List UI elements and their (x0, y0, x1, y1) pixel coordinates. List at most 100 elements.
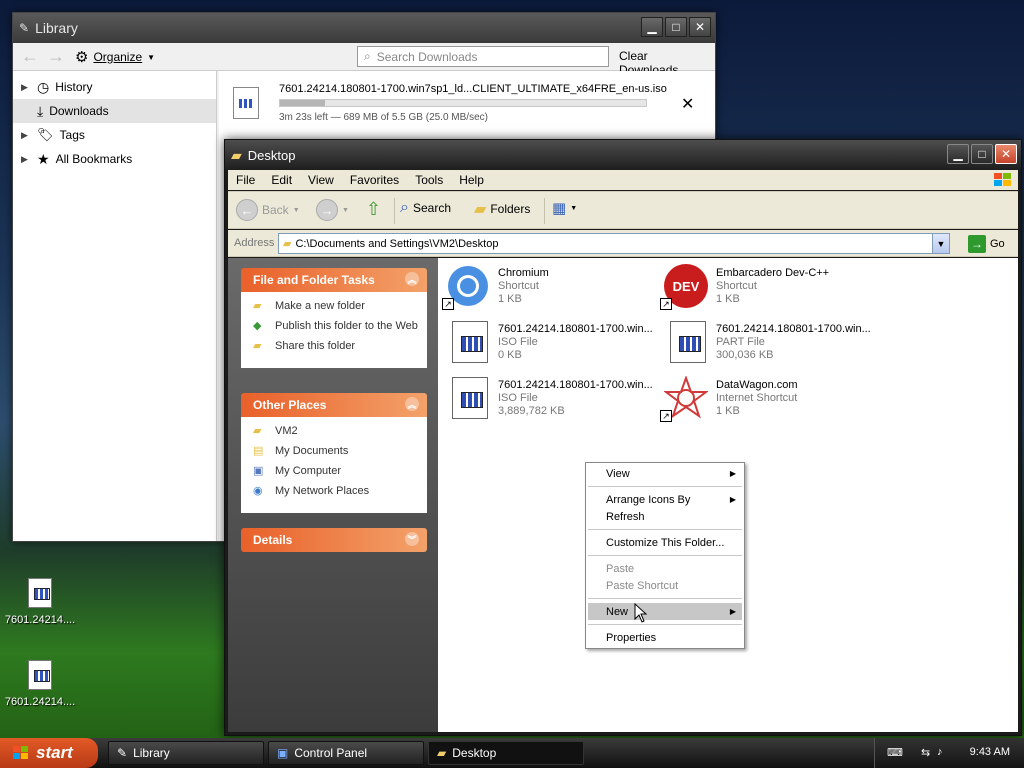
other-places-panel: Other Places ︽ ▰ VM2 ▤ My Documents ▣ My… (241, 393, 427, 513)
submenu-arrow-icon: ▶ (729, 495, 736, 504)
search-button[interactable]: ⌕ Search (400, 199, 451, 217)
back-arrow-icon: ← (236, 199, 258, 221)
up-folder-icon: ⇧ (366, 199, 382, 219)
desktop-icon-iso-2[interactable]: 7601.24214.... (0, 660, 80, 708)
place-my-computer-link[interactable]: ▣ My Computer (253, 465, 419, 479)
menu-view[interactable]: View (300, 173, 342, 187)
search-downloads-input[interactable]: ⌕ Search Downloads (357, 46, 609, 67)
clear-downloads-button[interactable]: Clear Downloads (613, 46, 715, 77)
sidebar-item-history[interactable]: ▶ ◷ History (13, 75, 216, 99)
sidebar-item-tags[interactable]: ▶ 🏷 Tags (13, 123, 216, 147)
menu-item-view[interactable]: View ▶ (588, 465, 742, 482)
file-item-chromium[interactable]: ↗ Chromium Shortcut 1 KB (442, 262, 658, 312)
menu-help[interactable]: Help (451, 173, 492, 187)
submenu-arrow-icon: ▶ (729, 469, 736, 478)
download-item[interactable]: 7601.24214.180801-1700.win7sp1_ld...CLIE… (219, 71, 715, 137)
details-header[interactable]: Details ︾ (241, 528, 427, 552)
file-item-iso-2[interactable]: 7601.24214.180801-1700.win... ISO File 3… (442, 374, 658, 424)
file-folder-tasks-header[interactable]: File and Folder Tasks ︽ (241, 268, 427, 292)
sidebar-item-label: All Bookmarks (55, 152, 133, 166)
maximize-button[interactable]: □ (971, 144, 993, 164)
menu-file[interactable]: File (228, 173, 263, 187)
address-input[interactable]: ▰ C:\Documents and Settings\VM2\Desktop … (278, 233, 950, 254)
file-item-part[interactable]: 7601.24214.180801-1700.win... PART File … (660, 318, 876, 368)
expand-triangle-icon[interactable]: ▶ (21, 82, 31, 93)
maximize-button[interactable]: □ (665, 17, 687, 37)
expand-icon[interactable]: ︾ (405, 532, 419, 546)
start-button[interactable]: start (0, 738, 98, 768)
expand-triangle-icon[interactable]: ▶ (21, 130, 31, 141)
sidebar-item-label: History (55, 80, 93, 94)
taskbar-item-control-panel[interactable]: ▣ Control Panel (268, 741, 424, 765)
file-name: 7601.24214.180801-1700.win... (498, 323, 653, 335)
sidebar-item-downloads[interactable]: ⤓ Downloads (13, 99, 216, 123)
taskbar-item-library[interactable]: ✎ Library (108, 741, 264, 765)
library-title: Library (35, 20, 78, 36)
clock: 9:43 AM (969, 746, 1010, 758)
share-folder-link[interactable]: ▰ Share this folder (253, 340, 419, 354)
chevron-down-icon[interactable]: ▼ (932, 234, 949, 253)
other-places-header[interactable]: Other Places ︽ (241, 393, 427, 417)
forward-arrow-icon[interactable]: → (47, 46, 65, 67)
network-places-icon: ◉ (253, 485, 263, 497)
control-panel-icon: ▣ (277, 746, 289, 760)
library-app-icon: ✎ (19, 21, 30, 35)
make-new-folder-link[interactable]: ▰ Make a new folder (253, 300, 419, 314)
gear-icon: ⚙ (75, 49, 89, 66)
download-icon: ⤓ (37, 102, 44, 119)
library-toolbar: ← → ⚙ Organize ▼ ⌕ Search Downloads Clea… (13, 43, 715, 77)
explorer-titlebar[interactable]: ▰ Desktop ▁ □ ✕ (225, 140, 1021, 170)
file-name: DataWagon.com (716, 379, 798, 391)
back-button[interactable]: ← Back ▼ (236, 199, 300, 221)
file-item-iso-1[interactable]: 7601.24214.180801-1700.win... ISO File 0… (442, 318, 658, 368)
menu-tools[interactable]: Tools (407, 173, 451, 187)
library-app-icon: ✎ (117, 746, 128, 760)
cancel-download-icon[interactable]: ✕ (681, 94, 694, 114)
windows-logo-icon (994, 173, 1011, 186)
folders-button[interactable]: ▰ Folders (474, 199, 530, 219)
collapse-icon[interactable]: ︽ (405, 272, 419, 286)
menu-edit[interactable]: Edit (263, 173, 300, 187)
mouse-cursor-icon (634, 603, 648, 623)
close-button[interactable]: ✕ (689, 17, 711, 37)
keyboard-icon[interactable]: ⌨ (887, 746, 903, 759)
file-item-devcpp[interactable]: DEV ↗ Embarcadero Dev-C++ Shortcut 1 KB (660, 262, 876, 312)
organize-button[interactable]: ⚙ Organize ▼ (75, 48, 155, 66)
publish-folder-link[interactable]: ◆ Publish this folder to the Web (253, 320, 419, 334)
menu-item-customize[interactable]: Customize This Folder... (588, 534, 742, 551)
place-vm2-link[interactable]: ▰ VM2 (253, 425, 419, 439)
taskbar-item-desktop[interactable]: ▰ Desktop (428, 741, 584, 765)
menu-item-new[interactable]: New ▶ (588, 603, 742, 620)
close-button[interactable]: ✕ (995, 144, 1017, 164)
collapse-icon[interactable]: ︽ (405, 397, 419, 411)
go-button[interactable]: → Go (968, 235, 1005, 253)
views-button[interactable]: ▦ ▼ (552, 199, 577, 217)
library-titlebar[interactable]: ✎ Library ▁ □ ✕ (13, 13, 715, 43)
sidebar-item-all-bookmarks[interactable]: ▶ ★ All Bookmarks (13, 147, 216, 171)
place-my-documents-link[interactable]: ▤ My Documents (253, 445, 419, 459)
menu-item-refresh[interactable]: Refresh (588, 508, 742, 525)
minimize-button[interactable]: ▁ (641, 17, 663, 37)
panel-title: Details (253, 533, 293, 547)
menu-item-properties[interactable]: Properties (588, 629, 742, 646)
chevron-down-icon: ▼ (147, 52, 156, 62)
panel-title: File and Folder Tasks (253, 273, 375, 287)
file-item-datawagon[interactable]: ↗ DataWagon.com Internet Shortcut 1 KB (660, 374, 876, 424)
place-my-network-link[interactable]: ◉ My Network Places (253, 485, 419, 499)
folder-icon: ▰ (283, 238, 292, 250)
file-type: PART File (716, 336, 765, 348)
star-icon: ★ (37, 150, 50, 167)
menu-item-arrange-icons[interactable]: Arrange Icons By ▶ (588, 491, 742, 508)
network-icon[interactable]: ⇆ (921, 746, 930, 759)
menu-favorites[interactable]: Favorites (342, 173, 407, 187)
tag-icon: 🏷 (37, 127, 54, 142)
desktop-icon-iso-1[interactable]: 7601.24214.... (0, 578, 80, 626)
minimize-button[interactable]: ▁ (947, 144, 969, 164)
volume-icon[interactable]: ♪ (937, 746, 943, 758)
go-arrow-icon: → (968, 235, 986, 253)
forward-button[interactable]: → ▼ (316, 199, 349, 221)
up-folder-button[interactable]: ⇧ (366, 199, 381, 220)
views-icon: ▦ (552, 200, 567, 217)
back-arrow-icon[interactable]: ← (21, 46, 39, 67)
expand-triangle-icon[interactable]: ▶ (21, 154, 31, 165)
